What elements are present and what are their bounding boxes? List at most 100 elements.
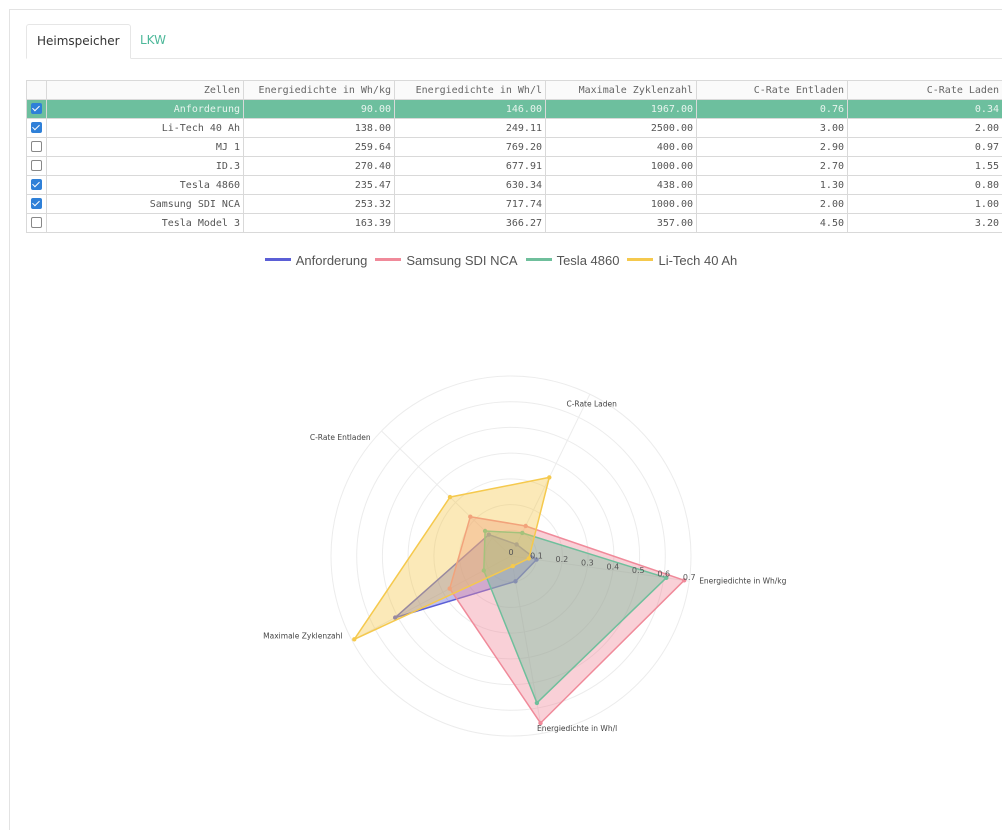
cell-name: Samsung SDI NCA	[47, 195, 244, 214]
cell-value: 3.00	[697, 119, 848, 138]
cell-value: 4.50	[697, 214, 848, 233]
cell-name: ID.3	[47, 157, 244, 176]
cell-value: 3.20	[848, 214, 1002, 233]
column-header[interactable]: Energiedichte in Wh/l	[395, 81, 546, 100]
tab-lkw[interactable]: LKW	[130, 24, 176, 57]
table-header-row: Zellen Energiedichte in Wh/kg Energiedic…	[27, 81, 1002, 100]
cell-name: Anforderung	[47, 100, 244, 119]
cell-value: 163.39	[244, 214, 395, 233]
tick-label: 0.7	[683, 573, 696, 582]
table-row[interactable]: Tesla Model 3163.39366.27357.004.503.20	[27, 214, 1002, 233]
cell-value: 0.34	[848, 100, 1002, 119]
column-header[interactable]: Maximale Zyklenzahl	[546, 81, 697, 100]
cell-name: MJ 1	[47, 138, 244, 157]
row-checkbox[interactable]	[31, 179, 42, 190]
cell-value: 2500.00	[546, 119, 697, 138]
legend-label: Samsung SDI NCA	[406, 253, 517, 268]
cell-value: 0.97	[848, 138, 1002, 157]
tick-label: 0.4	[607, 562, 620, 571]
cell-value: 2.00	[697, 195, 848, 214]
row-select-cell	[27, 100, 47, 119]
radar-chart: 00.10.20.30.40.50.60.7Energiedichte in W…	[0, 290, 1002, 814]
legend-item[interactable]: Anforderung	[265, 253, 368, 268]
table-row[interactable]: Samsung SDI NCA253.32717.741000.002.001.…	[27, 195, 1002, 214]
legend-item[interactable]: Li-Tech 40 Ah	[627, 253, 737, 268]
data-point	[511, 564, 515, 568]
cell-value: 769.20	[395, 138, 546, 157]
chart-legend: Anforderung Samsung SDI NCA Tesla 4860 Li-T…	[0, 253, 1002, 268]
row-checkbox[interactable]	[31, 160, 42, 171]
legend-swatch	[265, 258, 291, 261]
column-header[interactable]: C-Rate Entladen	[697, 81, 848, 100]
cell-value: 235.47	[244, 176, 395, 195]
cell-value: 1967.00	[546, 100, 697, 119]
row-select-cell	[27, 157, 47, 176]
tick-label: 0	[508, 548, 513, 557]
legend-label: Li-Tech 40 Ah	[658, 253, 737, 268]
legend-label: Anforderung	[296, 253, 368, 268]
cell-value: 400.00	[546, 138, 697, 157]
cell-value: 138.00	[244, 119, 395, 138]
tick-label: 0.2	[556, 555, 569, 564]
cell-value: 1.55	[848, 157, 1002, 176]
table-row[interactable]: MJ 1259.64769.20400.002.900.97	[27, 138, 1002, 157]
axis-label: C-Rate Entladen	[310, 433, 371, 442]
column-header[interactable]: Energiedichte in Wh/kg	[244, 81, 395, 100]
row-checkbox[interactable]	[31, 198, 42, 209]
legend-swatch	[526, 258, 552, 261]
cell-value: 0.76	[697, 100, 848, 119]
cell-value: 1.30	[697, 176, 848, 195]
cell-value: 1.00	[848, 195, 1002, 214]
row-select-cell	[27, 138, 47, 157]
row-checkbox[interactable]	[31, 217, 42, 228]
cell-value: 1000.00	[546, 157, 697, 176]
cell-name: Tesla 4860	[47, 176, 244, 195]
cell-value: 366.27	[395, 214, 546, 233]
table-row[interactable]: ID.3270.40677.911000.002.701.55	[27, 157, 1002, 176]
cell-value: 259.64	[244, 138, 395, 157]
cell-value: 438.00	[546, 176, 697, 195]
row-checkbox[interactable]	[31, 141, 42, 152]
cell-value: 146.00	[395, 100, 546, 119]
row-select-cell	[27, 214, 47, 233]
tab-heimspeicher[interactable]: Heimspeicher	[26, 24, 131, 59]
tick-label: 0.1	[530, 552, 543, 561]
cell-value: 270.40	[244, 157, 395, 176]
data-point	[352, 637, 356, 641]
row-checkbox[interactable]	[31, 122, 42, 133]
column-header[interactable]: Zellen	[47, 81, 244, 100]
axis-label: Energiedichte in Wh/l	[537, 724, 617, 733]
cell-value: 253.32	[244, 195, 395, 214]
tab-bar: Heimspeicher LKW	[26, 24, 1002, 59]
table-row[interactable]: Li-Tech 40 Ah138.00249.112500.003.002.00	[27, 119, 1002, 138]
data-point	[448, 495, 452, 499]
legend-swatch	[375, 258, 401, 261]
cell-value: 1000.00	[546, 195, 697, 214]
cells-table: Zellen Energiedichte in Wh/kg Energiedic…	[26, 80, 1002, 233]
cell-value: 2.70	[697, 157, 848, 176]
tick-label: 0.3	[581, 559, 594, 568]
axis-label: Energiedichte in Wh/kg	[699, 577, 786, 586]
row-select-cell	[27, 119, 47, 138]
column-header[interactable]: C-Rate Laden	[848, 81, 1002, 100]
row-select-cell	[27, 195, 47, 214]
select-column-header	[27, 81, 47, 100]
row-select-cell	[27, 176, 47, 195]
cell-name: Tesla Model 3	[47, 214, 244, 233]
row-checkbox[interactable]	[31, 103, 42, 114]
cell-value: 249.11	[395, 119, 546, 138]
cell-value: 717.74	[395, 195, 546, 214]
legend-item[interactable]: Samsung SDI NCA	[375, 253, 517, 268]
cell-value: 2.90	[697, 138, 848, 157]
data-point	[535, 701, 539, 705]
table-row[interactable]: Anforderung90.00146.001967.000.760.34	[27, 100, 1002, 119]
cell-value: 90.00	[244, 100, 395, 119]
table-row[interactable]: Tesla 4860235.47630.34438.001.300.80	[27, 176, 1002, 195]
axis-label: Maximale Zyklenzahl	[263, 631, 342, 640]
cell-value: 357.00	[546, 214, 697, 233]
cell-value: 677.91	[395, 157, 546, 176]
legend-item[interactable]: Tesla 4860	[526, 253, 620, 268]
legend-label: Tesla 4860	[557, 253, 620, 268]
tick-label: 0.6	[657, 570, 670, 579]
cell-name: Li-Tech 40 Ah	[47, 119, 244, 138]
